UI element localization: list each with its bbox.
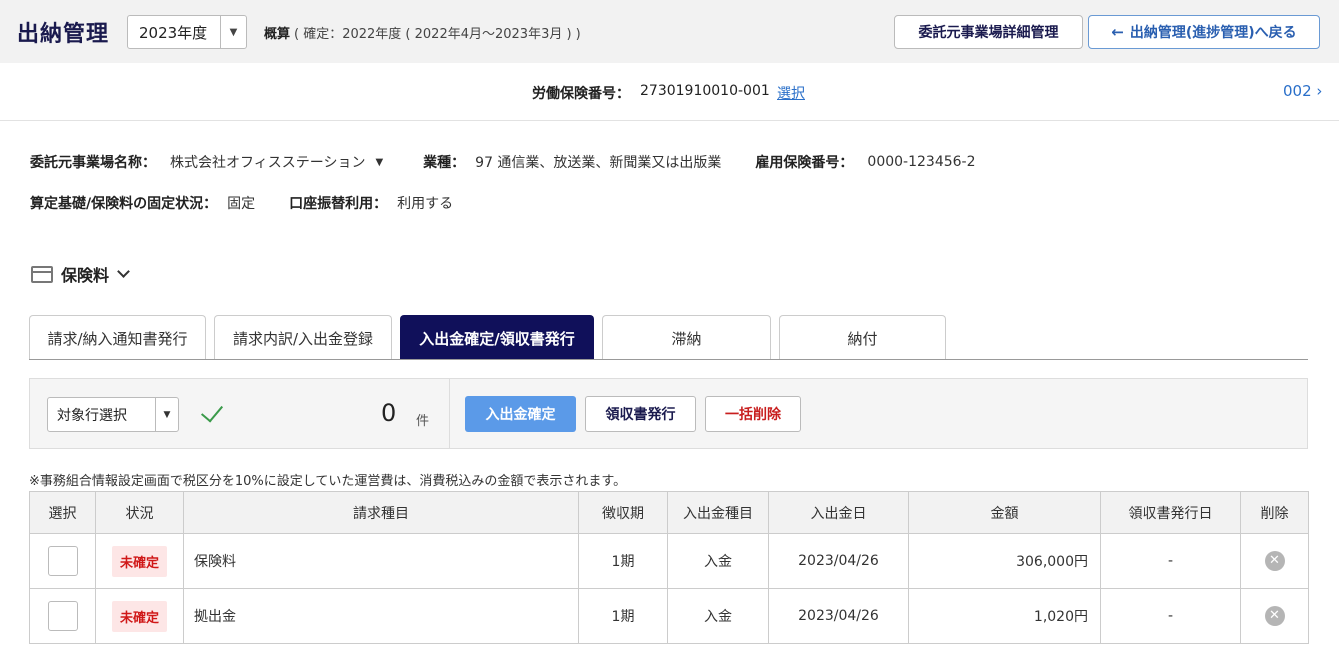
cell-receipt-date: -	[1100, 533, 1241, 589]
arrow-left-icon: ←	[1111, 23, 1124, 41]
target-row-select-value: 対象行選択	[57, 407, 127, 424]
insurance-number-label: 労働保険番号：	[532, 86, 630, 102]
cell-type: 入金	[667, 588, 769, 644]
summary-label: 概算	[264, 27, 291, 42]
bulk-delete-button[interactable]: 一括削除	[705, 396, 801, 432]
detail-management-button[interactable]: 委託元事業場詳細管理	[894, 15, 1083, 49]
app-header: 出納管理 2023年度 ▼ 概算( 確定：2022年度 ( 2022年4月〜20…	[0, 0, 1339, 63]
status-badge: 未確定	[111, 600, 167, 632]
issue-receipt-button[interactable]: 領収書発行	[585, 396, 696, 432]
pager-number: 002	[1283, 82, 1312, 100]
insurance-number-row: 労働保険番号： 27301910010-001 選択 002 ›	[0, 63, 1339, 121]
info-row-2: 算定基礎/保険料の固定状況： 固定 口座振替利用： 利用する	[30, 193, 453, 213]
header-item: 請求種目	[183, 491, 579, 534]
section-toggle[interactable]: 保険料	[31, 262, 130, 286]
year-select-value: 2023年度	[139, 23, 208, 42]
count-unit: 件	[416, 414, 430, 429]
cell-period: 1期	[578, 588, 668, 644]
check-icon	[200, 399, 224, 423]
chevron-down-icon: ▼	[220, 16, 246, 48]
status-badge: 未確定	[111, 545, 167, 577]
action-bar: 対象行選択 ▼ 0 件 入出金確定 領収書発行 一括削除	[29, 378, 1308, 449]
cell-date: 2023/04/26	[768, 588, 909, 644]
section-title: 保険料	[61, 266, 110, 285]
header-receipt-date: 領収書発行日	[1100, 491, 1241, 534]
header-select: 選択	[29, 491, 96, 534]
selected-count: 0	[381, 399, 397, 427]
transfer-value: 利用する	[397, 196, 454, 212]
chevron-right-icon: ›	[1316, 82, 1323, 100]
cell-item: 保険料	[183, 533, 579, 589]
cell-period: 1期	[578, 533, 668, 589]
basis-label: 算定基礎/保険料の固定状況：	[30, 196, 218, 212]
tab-billing-notice[interactable]: 請求/納入通知書発行	[29, 315, 206, 360]
row-checkbox[interactable]	[47, 546, 78, 576]
tab-payment[interactable]: 納付	[779, 315, 946, 360]
back-button[interactable]: ← 出納管理(進捗管理)へ戻る	[1088, 15, 1320, 49]
tab-billing-breakdown[interactable]: 請求内訳/入出金登録	[214, 315, 392, 360]
employment-label: 雇用保険番号：	[755, 155, 854, 171]
cell-date: 2023/04/26	[768, 533, 909, 589]
basis-value: 固定	[227, 196, 256, 212]
target-row-select[interactable]: 対象行選択 ▼	[47, 397, 179, 432]
company-label: 委託元事業場名称：	[30, 155, 156, 171]
tax-note: ※事務組合情報設定画面で税区分を10%に設定していた運営費は、消費税込みの金額で…	[29, 474, 627, 489]
chevron-down-icon: ▼	[155, 398, 178, 431]
next-page-link[interactable]: 002 ›	[1283, 82, 1322, 100]
summary-period: ( 確定：2022年度 ( 2022年4月〜2023年3月 ) )	[294, 27, 581, 42]
cell-amount: 1,020円	[908, 588, 1101, 644]
delete-icon[interactable]: ✕	[1264, 551, 1285, 571]
info-row-1: 委託元事業場名称： 株式会社オフィスステーション ▼ 業種： 97 通信業、放送…	[30, 152, 976, 172]
cell-amount: 306,000円	[908, 533, 1101, 589]
cell-type: 入金	[667, 533, 769, 589]
cell-receipt-date: -	[1100, 588, 1241, 644]
tabs-underline	[29, 359, 1308, 360]
cell-item: 拠出金	[183, 588, 579, 644]
table-row: 未確定 保険料 1期 入金 2023/04/26 306,000円 - ✕	[29, 533, 1309, 589]
company-name[interactable]: 株式会社オフィスステーション	[170, 152, 365, 172]
row-checkbox[interactable]	[47, 601, 78, 631]
chevron-down-icon	[117, 265, 130, 278]
credit-card-icon	[31, 265, 53, 283]
transfer-label: 口座振替利用：	[289, 196, 388, 212]
table-row: 未確定 拠出金 1期 入金 2023/04/26 1,020円 - ✕	[29, 588, 1309, 644]
table-header-row: 選択 状況 請求種目 徴収期 入出金種目 入出金日 金額 領収書発行日 削除	[29, 491, 1309, 534]
header-amount: 金額	[908, 491, 1101, 534]
header-date: 入出金日	[768, 491, 909, 534]
insurance-number-value: 27301910010-001	[640, 83, 770, 99]
back-button-label: 出納管理(進捗管理)へ戻る	[1129, 25, 1297, 41]
year-select[interactable]: 2023年度 ▼	[127, 15, 247, 49]
caret-down-icon[interactable]: ▼	[375, 157, 383, 168]
delete-icon[interactable]: ✕	[1264, 606, 1285, 626]
summary-text: 概算( 確定：2022年度 ( 2022年4月〜2023年3月 ) )	[264, 23, 581, 42]
industry-value: 97 通信業、放送業、新聞業又は出版業	[475, 155, 722, 171]
payment-table: 選択 状況 請求種目 徴収期 入出金種目 入出金日 金額 領収書発行日 削除 未…	[29, 491, 1309, 644]
industry-label: 業種：	[423, 155, 466, 171]
header-status: 状況	[95, 491, 184, 534]
insurance-select-link[interactable]: 選択	[777, 83, 805, 103]
header-delete: 削除	[1240, 491, 1309, 534]
tab-arrears[interactable]: 滞納	[602, 315, 771, 360]
header-type: 入出金種目	[667, 491, 769, 534]
confirm-payment-button[interactable]: 入出金確定	[465, 396, 576, 432]
employment-number: 0000-123456-2	[867, 154, 976, 170]
tab-payment-confirm[interactable]: 入出金確定/領収書発行	[400, 315, 594, 360]
divider	[449, 379, 450, 448]
page-title: 出納管理	[17, 22, 110, 47]
header-period: 徴収期	[578, 491, 668, 534]
